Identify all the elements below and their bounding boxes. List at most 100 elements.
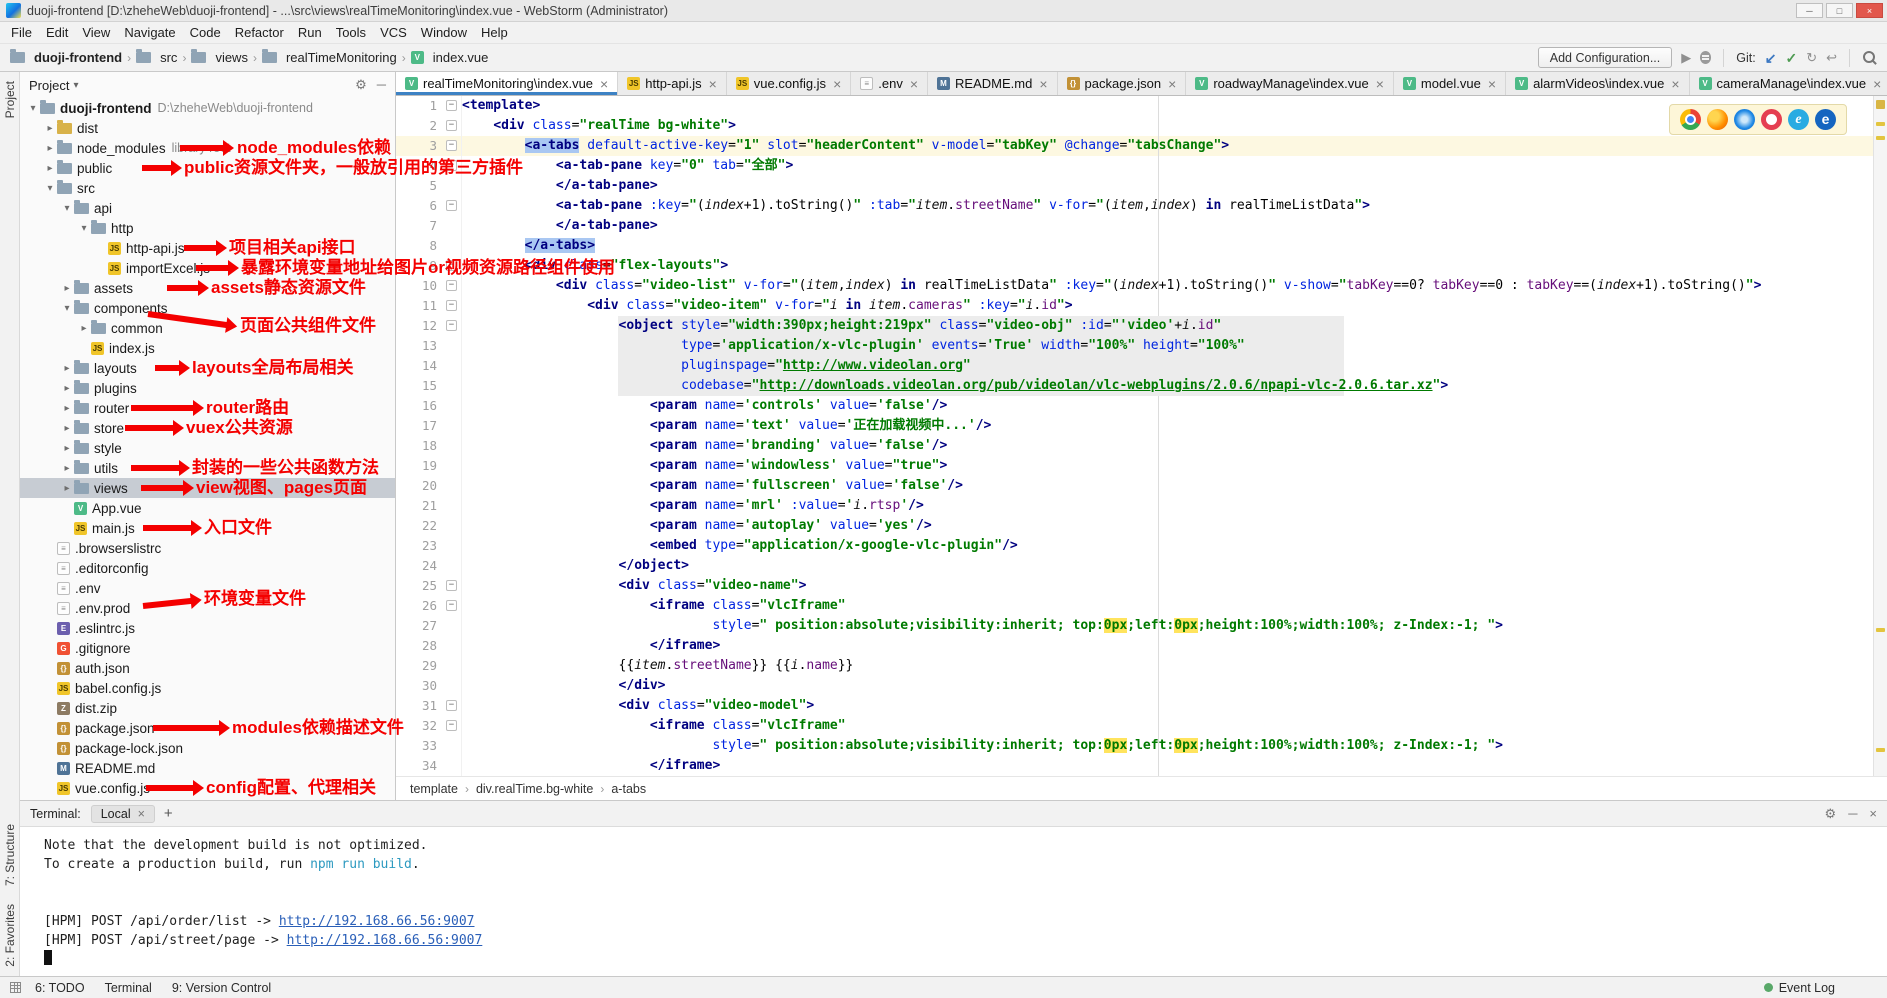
fold-icon[interactable]: −: [446, 160, 457, 171]
tree-item-importexcel.js[interactable]: JSimportExcel.js: [20, 258, 395, 278]
tree-item-.editorconfig[interactable]: ≡.editorconfig: [20, 558, 395, 578]
gear-icon[interactable]: ⚙: [355, 77, 367, 93]
close-icon[interactable]: ×: [1168, 77, 1176, 91]
tree-item-api[interactable]: ▾api: [20, 198, 395, 218]
tree-item-package-lock.json[interactable]: {}package-lock.json: [20, 738, 395, 758]
tree-item-http-api.js[interactable]: JShttp-api.js: [20, 238, 395, 258]
tree-item-.browserslistrc[interactable]: ≡.browserslistrc: [20, 538, 395, 558]
add-configuration-button[interactable]: Add Configuration...: [1538, 47, 1673, 68]
inspection-indicator-icon[interactable]: [1876, 100, 1885, 109]
minimize-icon[interactable]: ─: [1848, 806, 1857, 822]
tree-item-dist.zip[interactable]: Zdist.zip: [20, 698, 395, 718]
tree-item-dist[interactable]: ▸dist: [20, 118, 395, 138]
terminal-tab-local[interactable]: Local ×: [91, 805, 155, 823]
menu-help[interactable]: Help: [474, 25, 515, 40]
breadcrumb-div.realtime.bg-white[interactable]: div.realTime.bg-white: [476, 782, 593, 796]
fold-icon[interactable]: −: [446, 700, 457, 711]
close-icon[interactable]: ×: [1671, 77, 1679, 91]
menu-view[interactable]: View: [75, 25, 117, 40]
search-icon[interactable]: [1862, 50, 1877, 65]
status-6-todo[interactable]: 6: TODO: [35, 981, 85, 995]
chevron-collapsed-icon[interactable]: ▸: [60, 463, 74, 474]
close-button[interactable]: ×: [1856, 3, 1883, 18]
chevron-expanded-icon[interactable]: ▾: [26, 103, 40, 114]
terminal-output[interactable]: Note that the development build is not o…: [20, 827, 1887, 969]
tree-item-http[interactable]: ▾http: [20, 218, 395, 238]
close-icon[interactable]: ×: [910, 77, 918, 91]
fold-icon[interactable]: −: [446, 140, 457, 151]
git-history-icon[interactable]: ↻: [1806, 51, 1817, 64]
breadcrumb-item-realtimemonitoring[interactable]: realTimeMonitoring: [262, 50, 397, 65]
fold-icon[interactable]: −: [446, 320, 457, 331]
firefox-icon[interactable]: [1707, 109, 1728, 130]
chevron-down-icon[interactable]: ▾: [73, 80, 78, 91]
editor-tab-realtimemonitoring-index.vue[interactable]: VrealTimeMonitoring\index.vue×: [396, 72, 618, 95]
new-terminal-tab-button[interactable]: +: [164, 805, 173, 822]
opera-icon[interactable]: [1761, 109, 1782, 130]
close-icon[interactable]: ×: [138, 807, 145, 821]
breadcrumb-item-index.vue[interactable]: Vindex.vue: [411, 50, 489, 65]
run-icon[interactable]: ▶: [1681, 51, 1691, 64]
tree-item-babel.config.js[interactable]: JSbabel.config.js: [20, 678, 395, 698]
tree-item-.gitignore[interactable]: G.gitignore: [20, 638, 395, 658]
menu-refactor[interactable]: Refactor: [228, 25, 291, 40]
tree-item-duoji-frontend[interactable]: ▾duoji-frontendD:\zheheWeb\duoji-fronten…: [20, 98, 395, 118]
edge-icon[interactable]: [1815, 109, 1836, 130]
tree-item-readme.md[interactable]: MREADME.md: [20, 758, 395, 778]
chevron-expanded-icon[interactable]: ▾: [43, 183, 57, 194]
git-update-icon[interactable]: ↙: [1765, 51, 1777, 65]
editor-tab-vue.config.js[interactable]: JSvue.config.js×: [727, 72, 851, 95]
editor-tab-package.json[interactable]: {}package.json×: [1058, 72, 1187, 95]
breadcrumb-item-duoji-frontend[interactable]: duoji-frontend: [10, 50, 122, 65]
tree-item-.env.prod[interactable]: ≡.env.prod: [20, 598, 395, 618]
chevron-expanded-icon[interactable]: ▾: [77, 223, 91, 234]
close-icon[interactable]: ×: [1039, 77, 1047, 91]
toolwindow-button-7-structure[interactable]: 7: Structure: [1, 815, 19, 895]
chevron-collapsed-icon[interactable]: ▸: [60, 443, 74, 454]
chevron-collapsed-icon[interactable]: ▸: [60, 483, 74, 494]
close-icon[interactable]: ×: [1376, 77, 1384, 91]
toolwindow-button-2-favorites[interactable]: 2: Favorites: [1, 895, 19, 976]
chevron-collapsed-icon[interactable]: ▸: [60, 423, 74, 434]
fold-icon[interactable]: −: [446, 280, 457, 291]
tree-item-layouts[interactable]: ▸layouts: [20, 358, 395, 378]
chevron-collapsed-icon[interactable]: ▸: [60, 403, 74, 414]
tree-item-views[interactable]: ▸views: [20, 478, 395, 498]
editor-tab-roadwaymanage-index.vue[interactable]: VroadwayManage\index.vue×: [1186, 72, 1394, 95]
git-rollback-icon[interactable]: ↩: [1826, 51, 1837, 64]
tree-item-router[interactable]: ▸router: [20, 398, 395, 418]
hide-panel-icon[interactable]: ─: [377, 77, 386, 93]
terminal-link[interactable]: http://192.168.66.56:9007: [279, 914, 475, 929]
chevron-collapsed-icon[interactable]: ▸: [43, 123, 57, 134]
status-9-version-control[interactable]: 9: Version Control: [172, 981, 271, 995]
project-panel-title[interactable]: Project: [29, 78, 69, 93]
chevron-expanded-icon[interactable]: ▾: [60, 203, 74, 214]
chrome-icon[interactable]: [1680, 109, 1701, 130]
chevron-collapsed-icon[interactable]: ▸: [43, 163, 57, 174]
menu-run[interactable]: Run: [291, 25, 329, 40]
editor-tab-cameramanage-index.vue[interactable]: VcameraManage\index.vue×: [1690, 72, 1887, 95]
tree-item-utils[interactable]: ▸utils: [20, 458, 395, 478]
close-icon[interactable]: ×: [600, 77, 608, 91]
tree-item-index.js[interactable]: JSindex.js: [20, 338, 395, 358]
breadcrumb-item-src[interactable]: src: [136, 50, 177, 65]
event-log-button[interactable]: Event Log: [1764, 981, 1835, 995]
menu-vcs[interactable]: VCS: [373, 25, 414, 40]
minimize-button[interactable]: ─: [1796, 3, 1823, 18]
editor-tab-.env[interactable]: ≡.env×: [851, 72, 928, 95]
status-terminal[interactable]: Terminal: [105, 981, 152, 995]
editor-tab-http-api.js[interactable]: JShttp-api.js×: [618, 72, 727, 95]
menu-window[interactable]: Window: [414, 25, 474, 40]
breadcrumb-a-tabs[interactable]: a-tabs: [611, 782, 646, 796]
tree-item-.eslintrc.js[interactable]: E.eslintrc.js: [20, 618, 395, 638]
fold-icon[interactable]: −: [446, 200, 457, 211]
close-icon[interactable]: ×: [833, 77, 841, 91]
debug-bug-icon[interactable]: [1700, 51, 1711, 64]
close-icon[interactable]: ×: [1869, 806, 1877, 822]
fold-icon[interactable]: −: [446, 260, 457, 271]
tree-item-auth.json[interactable]: {}auth.json: [20, 658, 395, 678]
tree-item-assets[interactable]: ▸assets: [20, 278, 395, 298]
tree-item-main.js[interactable]: JSmain.js: [20, 518, 395, 538]
tree-item-node-modules[interactable]: ▸node_moduleslibrary root: [20, 138, 395, 158]
tree-item-app.vue[interactable]: VApp.vue: [20, 498, 395, 518]
